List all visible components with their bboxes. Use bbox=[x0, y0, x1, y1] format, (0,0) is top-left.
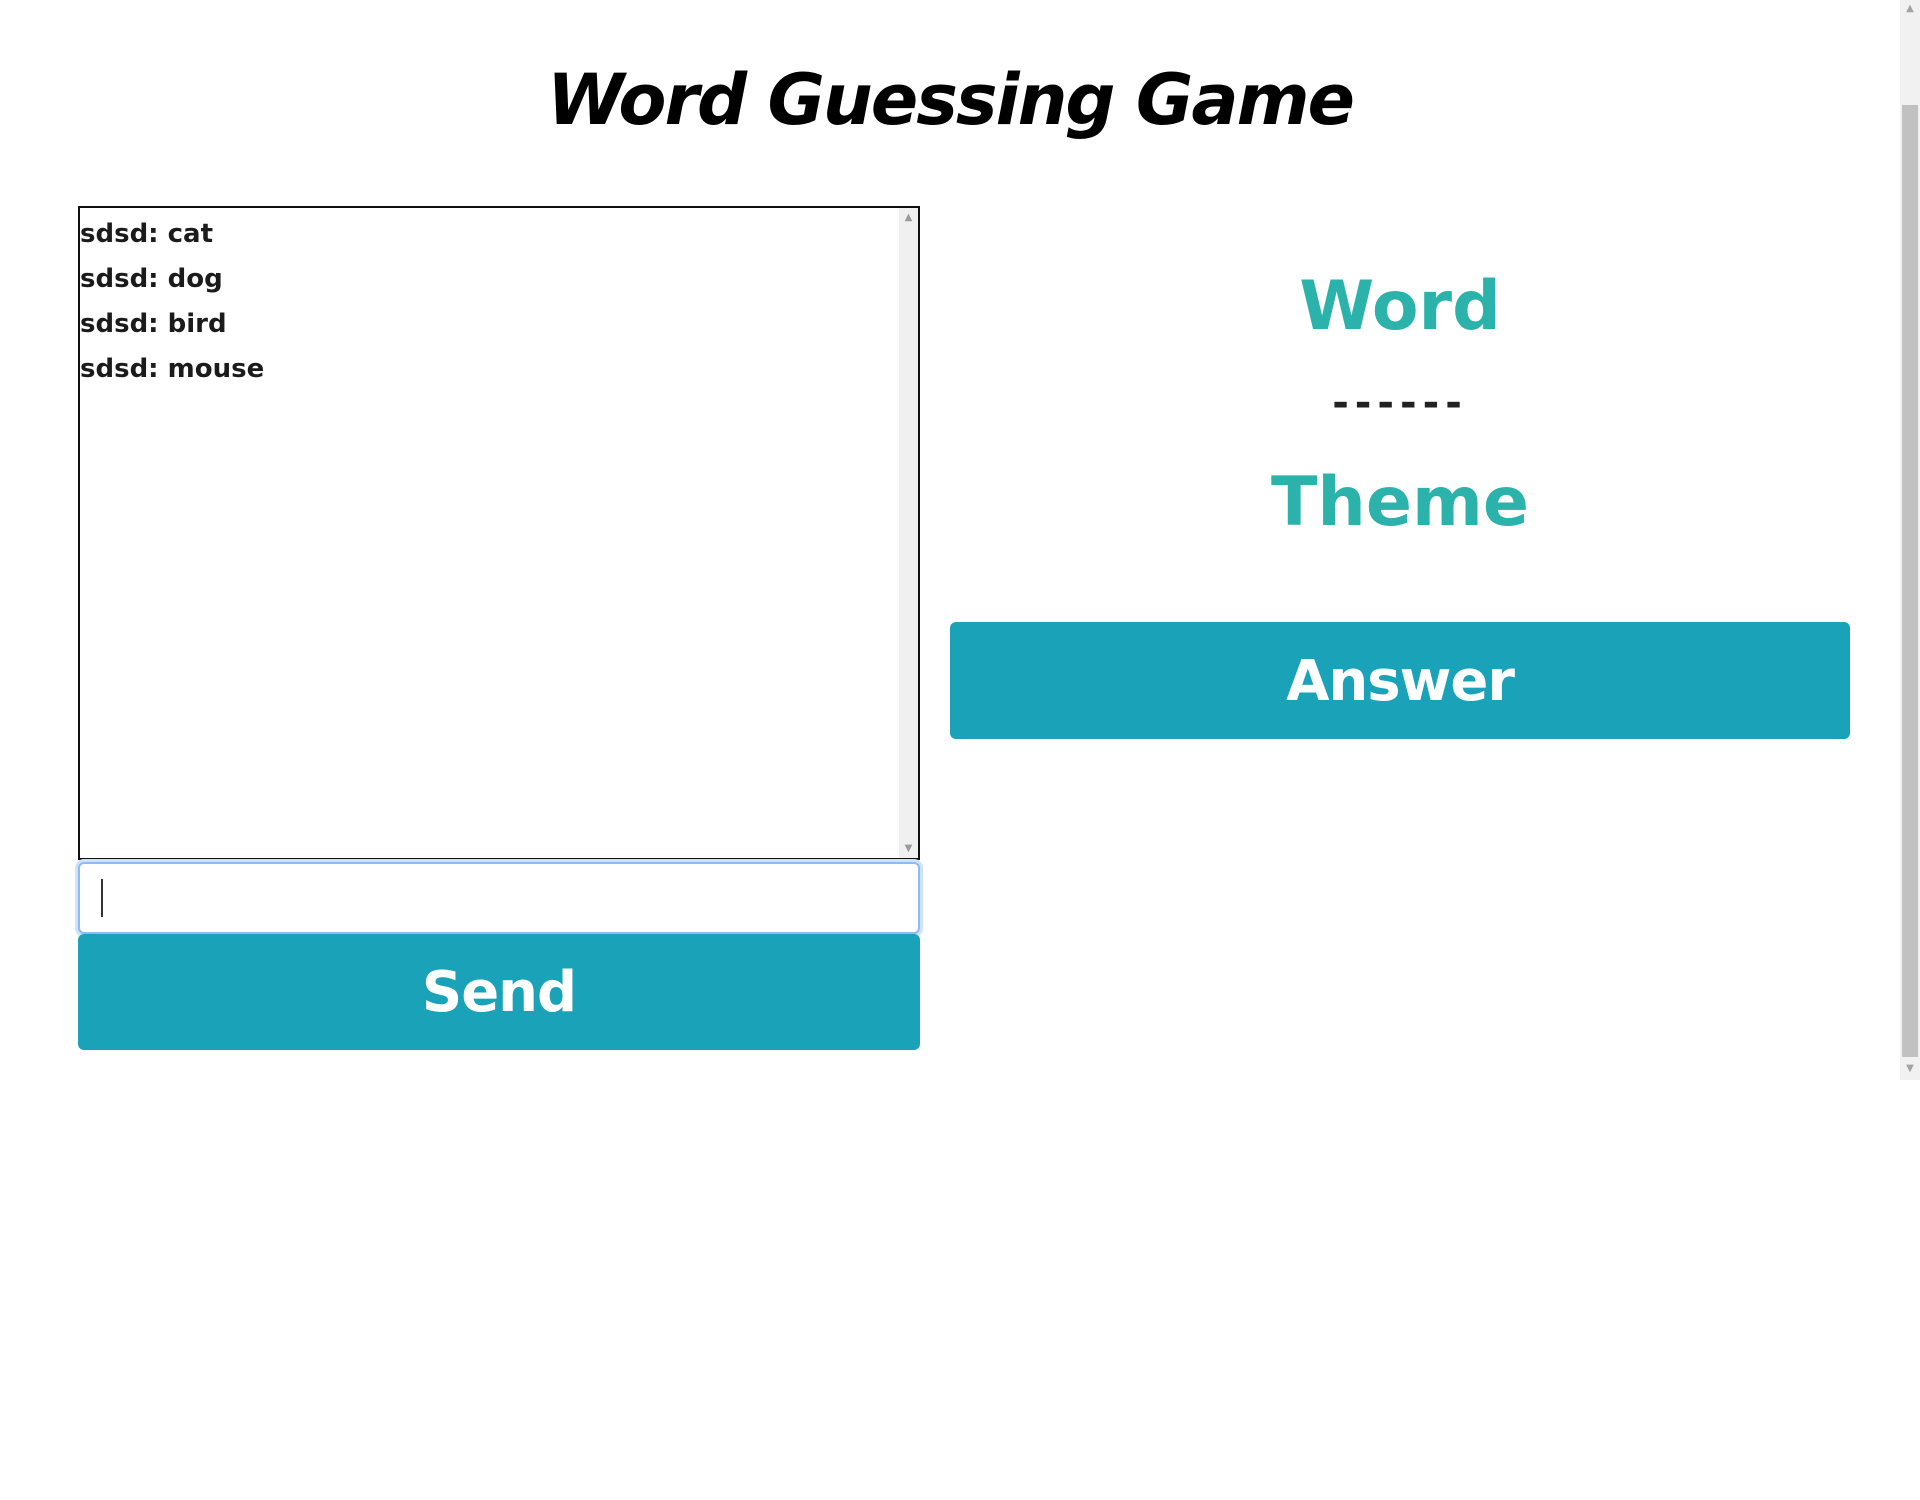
text-caret bbox=[101, 879, 103, 917]
theme-heading: Theme bbox=[1271, 463, 1529, 542]
guess-input[interactable] bbox=[78, 862, 920, 934]
chat-message: sdsd: mouse bbox=[80, 354, 265, 384]
answer-button[interactable]: Answer bbox=[950, 622, 1850, 739]
chat-message: sdsd: bird bbox=[80, 309, 227, 339]
chat-message: sdsd: cat bbox=[80, 219, 214, 249]
scroll-down-arrow-icon[interactable]: ▼ bbox=[1900, 1060, 1920, 1077]
scroll-up-arrow-icon[interactable]: ▲ bbox=[1900, 0, 1920, 17]
page-title: Word Guessing Game bbox=[547, 59, 1355, 141]
scroll-up-arrow-icon[interactable]: ▲ bbox=[899, 208, 918, 227]
word-heading: Word bbox=[1299, 267, 1501, 346]
chat-log[interactable]: sdsd: cat sdsd: dog sdsd: bird sdsd: mou… bbox=[78, 206, 920, 860]
page-scrollbar[interactable]: ▲ ▼ bbox=[1900, 0, 1920, 1080]
word-blanks: ------ bbox=[1332, 380, 1468, 426]
scrollbar-thumb[interactable] bbox=[1902, 105, 1918, 1057]
chat-scrollbar[interactable]: ▲ ▼ bbox=[899, 208, 918, 858]
send-button[interactable]: Send bbox=[78, 934, 920, 1050]
chat-message: sdsd: dog bbox=[80, 264, 223, 294]
scroll-down-arrow-icon[interactable]: ▼ bbox=[899, 839, 918, 858]
chat-message-list: sdsd: cat sdsd: dog sdsd: bird sdsd: mou… bbox=[80, 212, 918, 392]
